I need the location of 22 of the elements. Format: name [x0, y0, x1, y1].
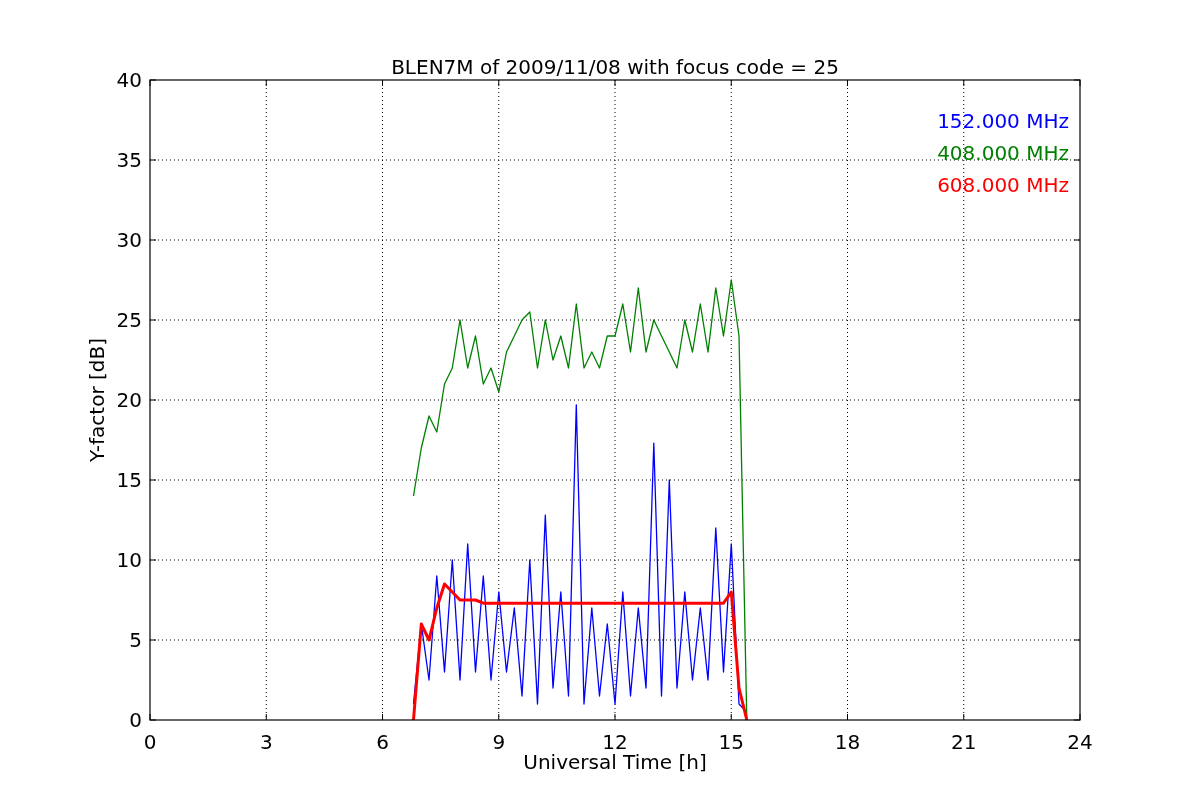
tick-label: 30	[116, 228, 142, 252]
tick-label: 15	[116, 468, 142, 492]
tick-label: 35	[116, 148, 142, 172]
tick-label: 9	[492, 730, 506, 754]
tick-label: 24	[1067, 730, 1093, 754]
legend-label: 408.000 MHz	[937, 141, 1069, 165]
chart-title: BLEN7M of 2009/11/08 with focus code = 25	[391, 55, 839, 79]
tick-label: 18	[834, 730, 861, 754]
tick-label: 3	[259, 730, 273, 754]
tick-label: 0	[143, 730, 157, 754]
legend-label: 608.000 MHz	[937, 173, 1069, 197]
axis-label: Y-factor [dB]	[85, 338, 109, 462]
tick-label: 0	[129, 708, 142, 732]
tick-label: 10	[116, 548, 142, 572]
tick-label: 5	[129, 628, 142, 652]
tick-label: 21	[951, 730, 977, 754]
tick-label: 6	[376, 730, 389, 754]
tick-label: 20	[116, 388, 142, 412]
legend-label: 152.000 MHz	[937, 109, 1069, 133]
tick-label: 25	[116, 308, 142, 332]
tick-label: 40	[116, 68, 142, 92]
tick-label: 15	[718, 730, 744, 754]
